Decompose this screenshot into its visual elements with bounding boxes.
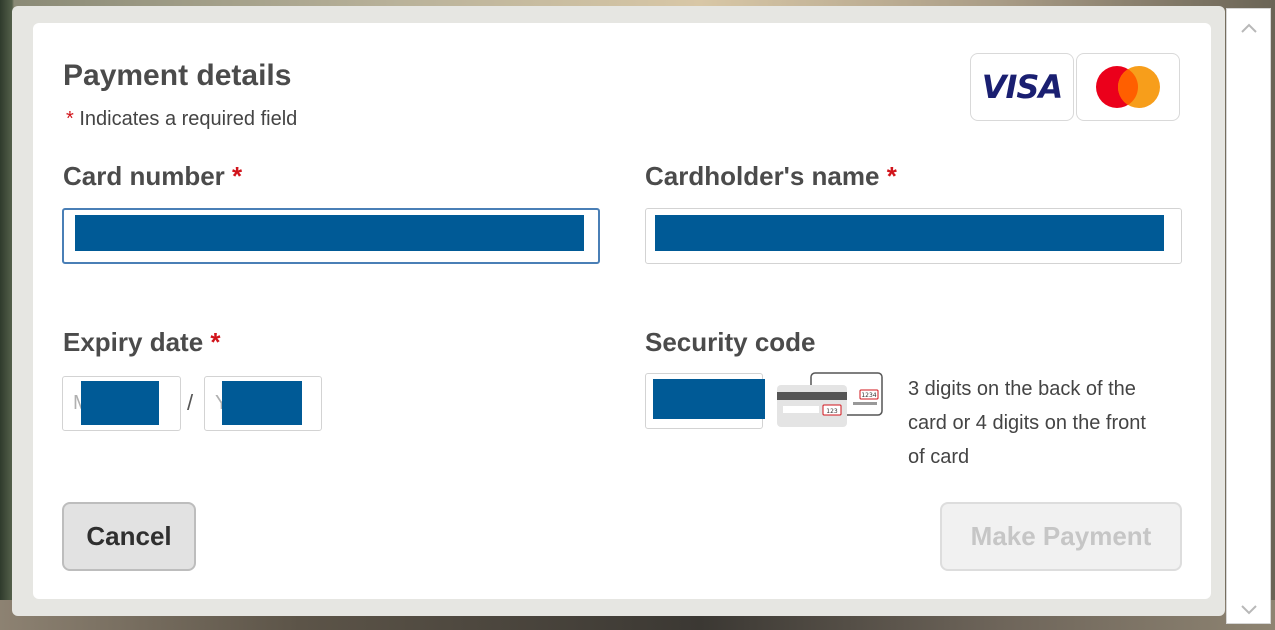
required-star: * [210, 327, 221, 357]
security-code-label: Security code [645, 327, 816, 357]
scroll-down-icon[interactable] [1227, 605, 1270, 615]
card-number-label: Card number * [63, 161, 242, 192]
mastercard-icon [1096, 66, 1160, 108]
cardholder-name-label-text: Cardholder's name [645, 161, 880, 191]
required-star: * [886, 161, 897, 191]
expiry-date-label: Expiry date * [63, 327, 221, 358]
required-star: * [232, 161, 243, 191]
redacted-value [75, 215, 584, 251]
redacted-value [655, 215, 1164, 251]
cvv-icon-back-digits: 123 [826, 408, 838, 415]
modal-title: Payment details [63, 59, 292, 92]
required-star: * [66, 108, 74, 130]
visa-logo: VISA [970, 53, 1074, 121]
redacted-value [653, 379, 765, 419]
visa-text: VISA [981, 68, 1063, 106]
expiry-date-label-text: Expiry date [63, 327, 204, 357]
cancel-button[interactable]: Cancel [62, 502, 196, 571]
scrollbar[interactable] [1226, 8, 1271, 624]
cvv-icon-front-digits: 1234 [861, 392, 876, 399]
cardholder-name-label: Cardholder's name * [645, 161, 897, 192]
security-code-help: 3 digits on the back of the card or 4 di… [908, 378, 1146, 468]
required-note-text: Indicates a required field [79, 108, 298, 130]
expiry-separator: / [187, 390, 194, 415]
scroll-up-icon[interactable] [1227, 23, 1270, 33]
required-field-note: * Indicates a required field [66, 108, 297, 131]
card-number-label-text: Card number [63, 161, 225, 191]
card-security-code-icon: 1234 123 [777, 372, 883, 427]
make-payment-button[interactable]: Make Payment [940, 502, 1182, 571]
mastercard-logo [1076, 53, 1180, 121]
payment-modal: Payment details * Indicates a required f… [33, 23, 1211, 599]
redacted-value [81, 381, 159, 425]
redacted-value [222, 381, 302, 425]
